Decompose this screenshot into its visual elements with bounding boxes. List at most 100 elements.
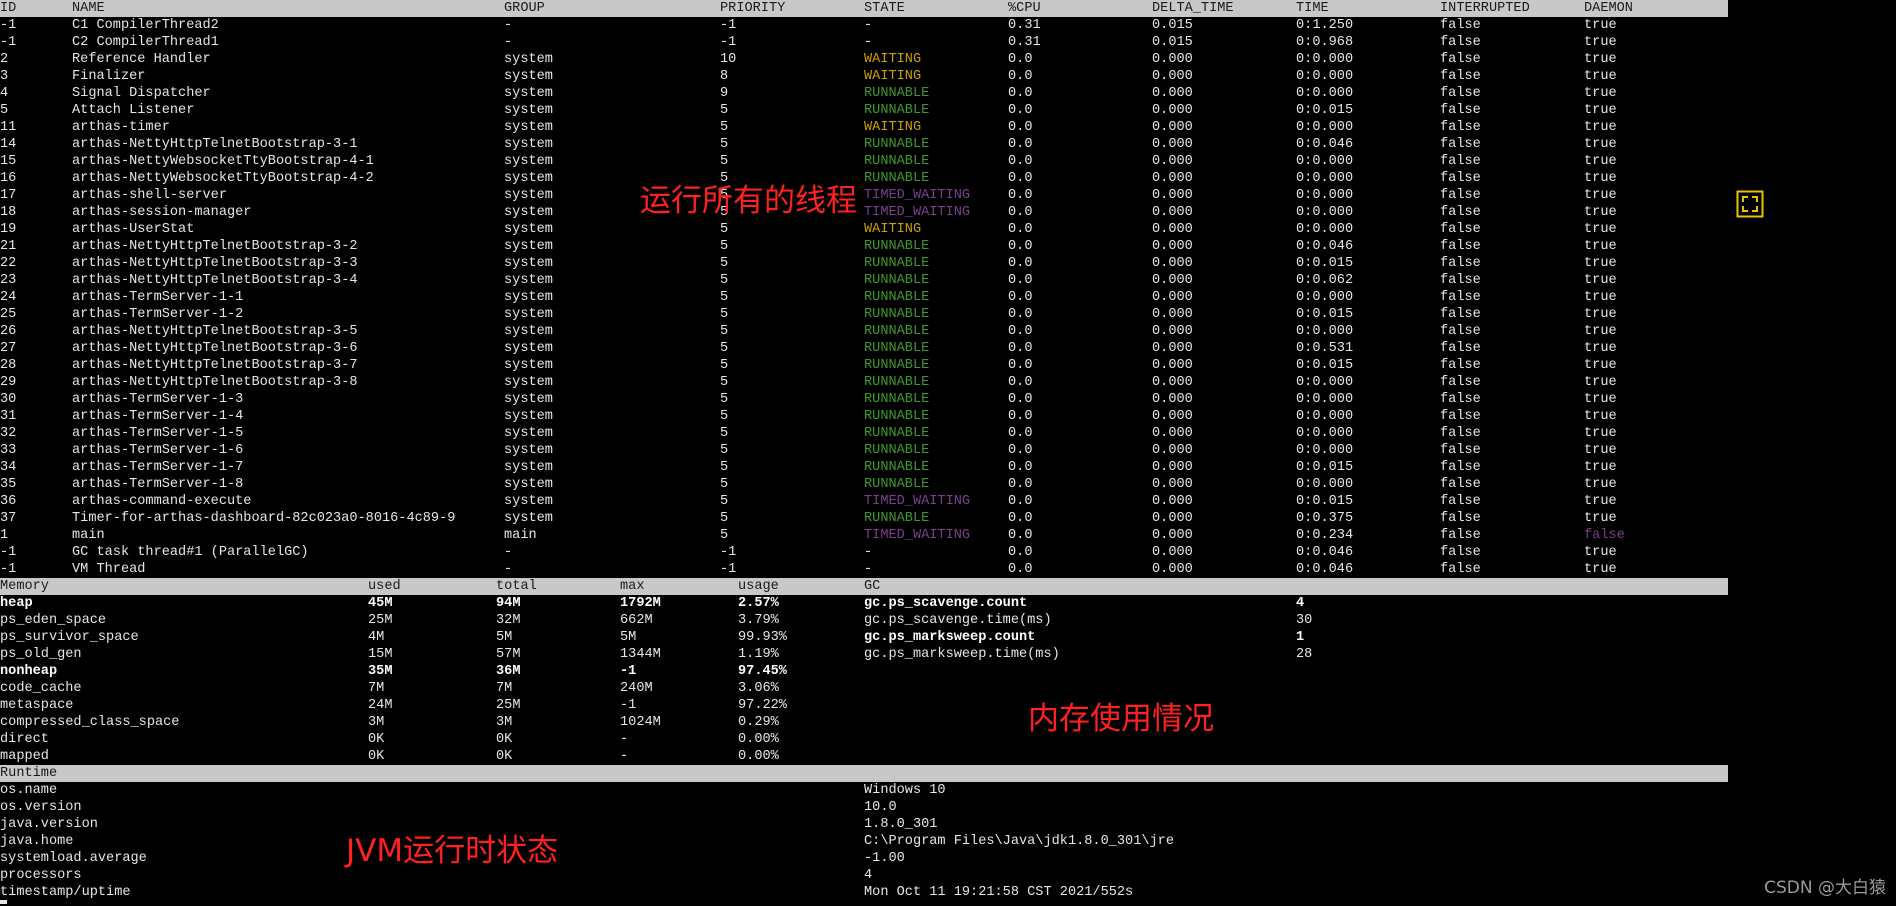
column-header: NAME xyxy=(72,1,105,16)
thread-cell: 0.0 xyxy=(1008,341,1033,356)
thread-row: -1 C1 CompilerThread2 - -1 - 0.31 0.015 0:1.250… xyxy=(0,17,1728,34)
gc-metric-value: 30 xyxy=(1296,613,1313,628)
thread-state: RUNNABLE xyxy=(864,239,930,254)
thread-cell: 0:0.000 xyxy=(1296,477,1354,492)
thread-cell: true xyxy=(1584,324,1617,339)
gc-metric-value: 28 xyxy=(1296,647,1313,662)
thread-cell: 0.015 xyxy=(1152,35,1193,50)
thread-cell: arthas-TermServer-1-1 xyxy=(72,290,244,305)
thread-state: RUNNABLE xyxy=(864,375,930,390)
thread-cell: 4 xyxy=(0,86,9,101)
thread-cell: arthas-TermServer-1-3 xyxy=(72,392,244,407)
thread-cell: system xyxy=(504,392,553,407)
thread-cell: 0:0.000 xyxy=(1296,324,1354,339)
thread-cell: arthas-NettyHttpTelnetBootstrap-3-3 xyxy=(72,256,358,271)
thread-cell: 0.0 xyxy=(1008,392,1033,407)
thread-cell: 5 xyxy=(720,154,729,169)
runtime-key: os.version xyxy=(0,800,82,815)
thread-cell: VM Thread xyxy=(72,562,146,577)
thread-cell: 0.0 xyxy=(1008,239,1033,254)
column-header: max xyxy=(620,579,645,594)
thread-row: 4 Signal Dispatcher system 9 RUNNABLE 0.0 0.00… xyxy=(0,85,1728,102)
thread-cell: GC task thread#1 (ParallelGC) xyxy=(72,545,309,560)
thread-cell: 0:0.000 xyxy=(1296,86,1354,101)
runtime-key: java.home xyxy=(0,834,74,849)
thread-row: 36 arthas-command-execute system 5 TIMED_WAI… xyxy=(0,493,1728,510)
thread-cell: -1 xyxy=(720,18,737,33)
thread-cell: 0.0 xyxy=(1008,69,1033,84)
thread-state: TIMED_WAITING xyxy=(864,205,971,220)
thread-cell: 0:0.015 xyxy=(1296,307,1354,322)
thread-cell: false xyxy=(1440,324,1481,339)
thread-cell: 0.000 xyxy=(1152,545,1193,560)
thread-cell: 5 xyxy=(720,460,729,475)
thread-cell: 27 xyxy=(0,341,17,356)
memory-cell: 1344M xyxy=(620,647,661,662)
thread-cell: 0.000 xyxy=(1152,188,1193,203)
memory-cell: 5M xyxy=(496,630,513,645)
thread-cell: 0.0 xyxy=(1008,375,1033,390)
fullscreen-corners-icon[interactable] xyxy=(1736,190,1764,218)
memory-cell: 45M xyxy=(368,596,393,611)
runtime-key: java.version xyxy=(0,817,98,832)
memory-cell: -1 xyxy=(620,664,637,679)
thread-cell: system xyxy=(504,273,553,288)
thread-cell: system xyxy=(504,290,553,305)
thread-cell: false xyxy=(1440,426,1481,441)
thread-row: 17 arthas-shell-server system 5 TIMED_WAITIN… xyxy=(0,187,1728,204)
thread-cell: 37 xyxy=(0,511,17,526)
thread-cell: -1 xyxy=(720,562,737,577)
thread-cell: main xyxy=(72,528,105,543)
thread-cell: false xyxy=(1440,35,1481,50)
thread-cell: 5 xyxy=(0,103,9,118)
memory-cell: nonheap xyxy=(0,664,58,679)
thread-cell: false xyxy=(1440,86,1481,101)
thread-cell: system xyxy=(504,477,553,492)
thread-cell: 9 xyxy=(720,86,729,101)
memory-cell: 32M xyxy=(496,613,521,628)
thread-cell: false xyxy=(1440,290,1481,305)
thread-state: - xyxy=(864,18,873,33)
thread-cell: true xyxy=(1584,103,1617,118)
thread-cell: arthas-TermServer-1-4 xyxy=(72,409,244,424)
memory-cell: 0.00% xyxy=(738,749,779,764)
thread-cell: 0.0 xyxy=(1008,205,1033,220)
thread-state: RUNNABLE xyxy=(864,443,930,458)
thread-cell: 0.0 xyxy=(1008,222,1033,237)
thread-cell: false xyxy=(1440,511,1481,526)
thread-cell: 0.0 xyxy=(1008,120,1033,135)
thread-cell: true xyxy=(1584,443,1617,458)
thread-cell: main xyxy=(504,528,537,543)
thread-row: 25 arthas-TermServer-1-2 system 5 RUNNABLE 0.… xyxy=(0,306,1728,323)
runtime-key: timestamp/uptime xyxy=(0,885,131,900)
section-title: Runtime xyxy=(0,766,58,781)
thread-row: 31 arthas-TermServer-1-4 system 5 RUNNABLE 0.… xyxy=(0,408,1728,425)
column-header: STATE xyxy=(864,1,905,16)
thread-state: - xyxy=(864,35,873,50)
memory-cell: 97.45% xyxy=(738,664,787,679)
thread-cell: true xyxy=(1584,460,1617,475)
thread-cell: 0:0.015 xyxy=(1296,256,1354,271)
thread-cell: 8 xyxy=(720,69,729,84)
thread-state: RUNNABLE xyxy=(864,290,930,305)
memory-table-header: Memory used total max usage GC xyxy=(0,578,1728,595)
thread-cell: false xyxy=(1440,460,1481,475)
column-header: usage xyxy=(738,579,779,594)
thread-cell: system xyxy=(504,426,553,441)
thread-cell: 0.0 xyxy=(1008,86,1033,101)
thread-cell: 5 xyxy=(720,273,729,288)
thread-cell: 21 xyxy=(0,239,17,254)
thread-cell: 0.000 xyxy=(1152,494,1193,509)
thread-cell: 5 xyxy=(720,375,729,390)
thread-row: 37 Timer-for-arthas-dashboard-82c023a0-80… xyxy=(0,510,1728,527)
memory-row: nonheap 35M 36M -1 97.45% xyxy=(0,663,1728,680)
thread-row: 29 arthas-NettyHttpTelnetBootstrap-3-8 sys… xyxy=(0,374,1728,391)
thread-cell: 0:0.015 xyxy=(1296,460,1354,475)
thread-cell: 0.0 xyxy=(1008,137,1033,152)
thread-cell: Reference Handler xyxy=(72,52,211,67)
thread-cell: true xyxy=(1584,290,1617,305)
thread-cell: 36 xyxy=(0,494,17,509)
memory-cell: 24M xyxy=(368,698,393,713)
column-header: TIME xyxy=(1296,1,1329,16)
runtime-row: java.version 1.8.0_301 xyxy=(0,816,1728,833)
